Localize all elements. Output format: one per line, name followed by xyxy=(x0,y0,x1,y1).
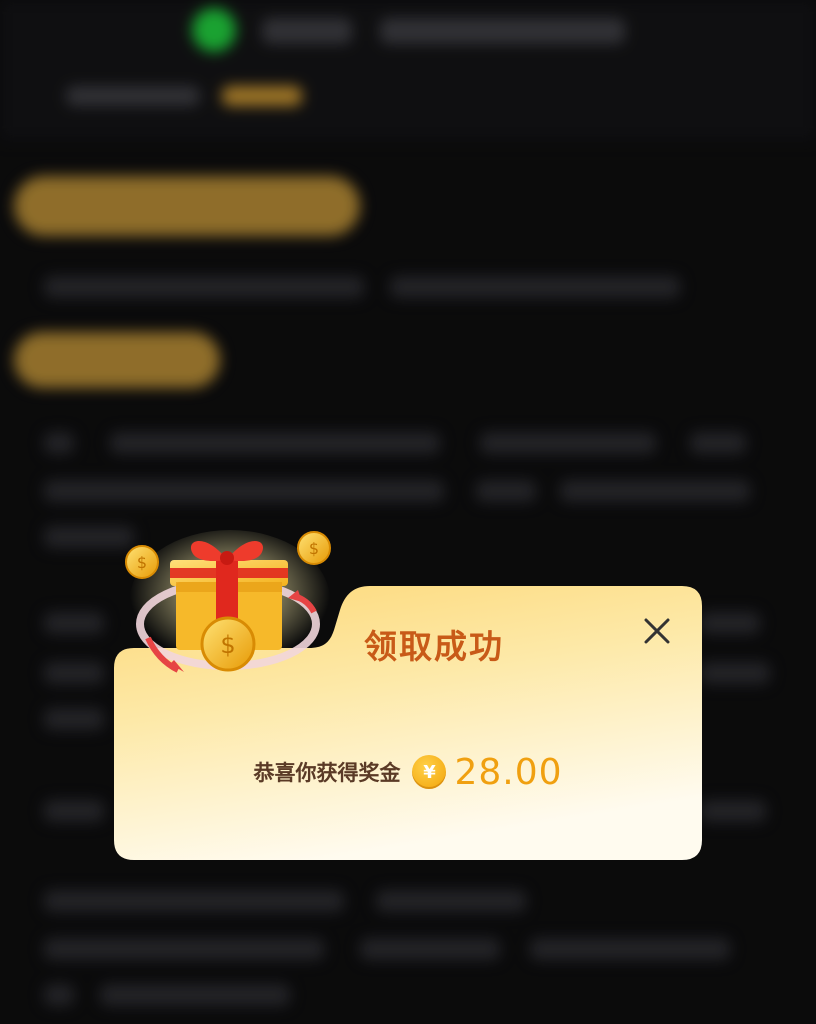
prize-message: 恭喜你获得奖金 xyxy=(253,761,401,785)
yuan-coin-icon: ¥ xyxy=(412,755,447,789)
svg-text:$: $ xyxy=(137,553,147,572)
modal-overlay[interactable] xyxy=(0,0,816,1024)
gift-box-with-coins-icon: $ $ $ xyxy=(125,530,331,673)
prize-amount: 28.00 xyxy=(454,751,563,793)
close-icon xyxy=(644,618,670,644)
svg-text:$: $ xyxy=(220,631,235,659)
close-button[interactable] xyxy=(640,614,674,648)
svg-text:$: $ xyxy=(309,539,319,558)
prize-row: 恭喜你获得奖金 ¥ 28.00 xyxy=(114,750,702,794)
popup-title: 领取成功 xyxy=(364,627,504,666)
